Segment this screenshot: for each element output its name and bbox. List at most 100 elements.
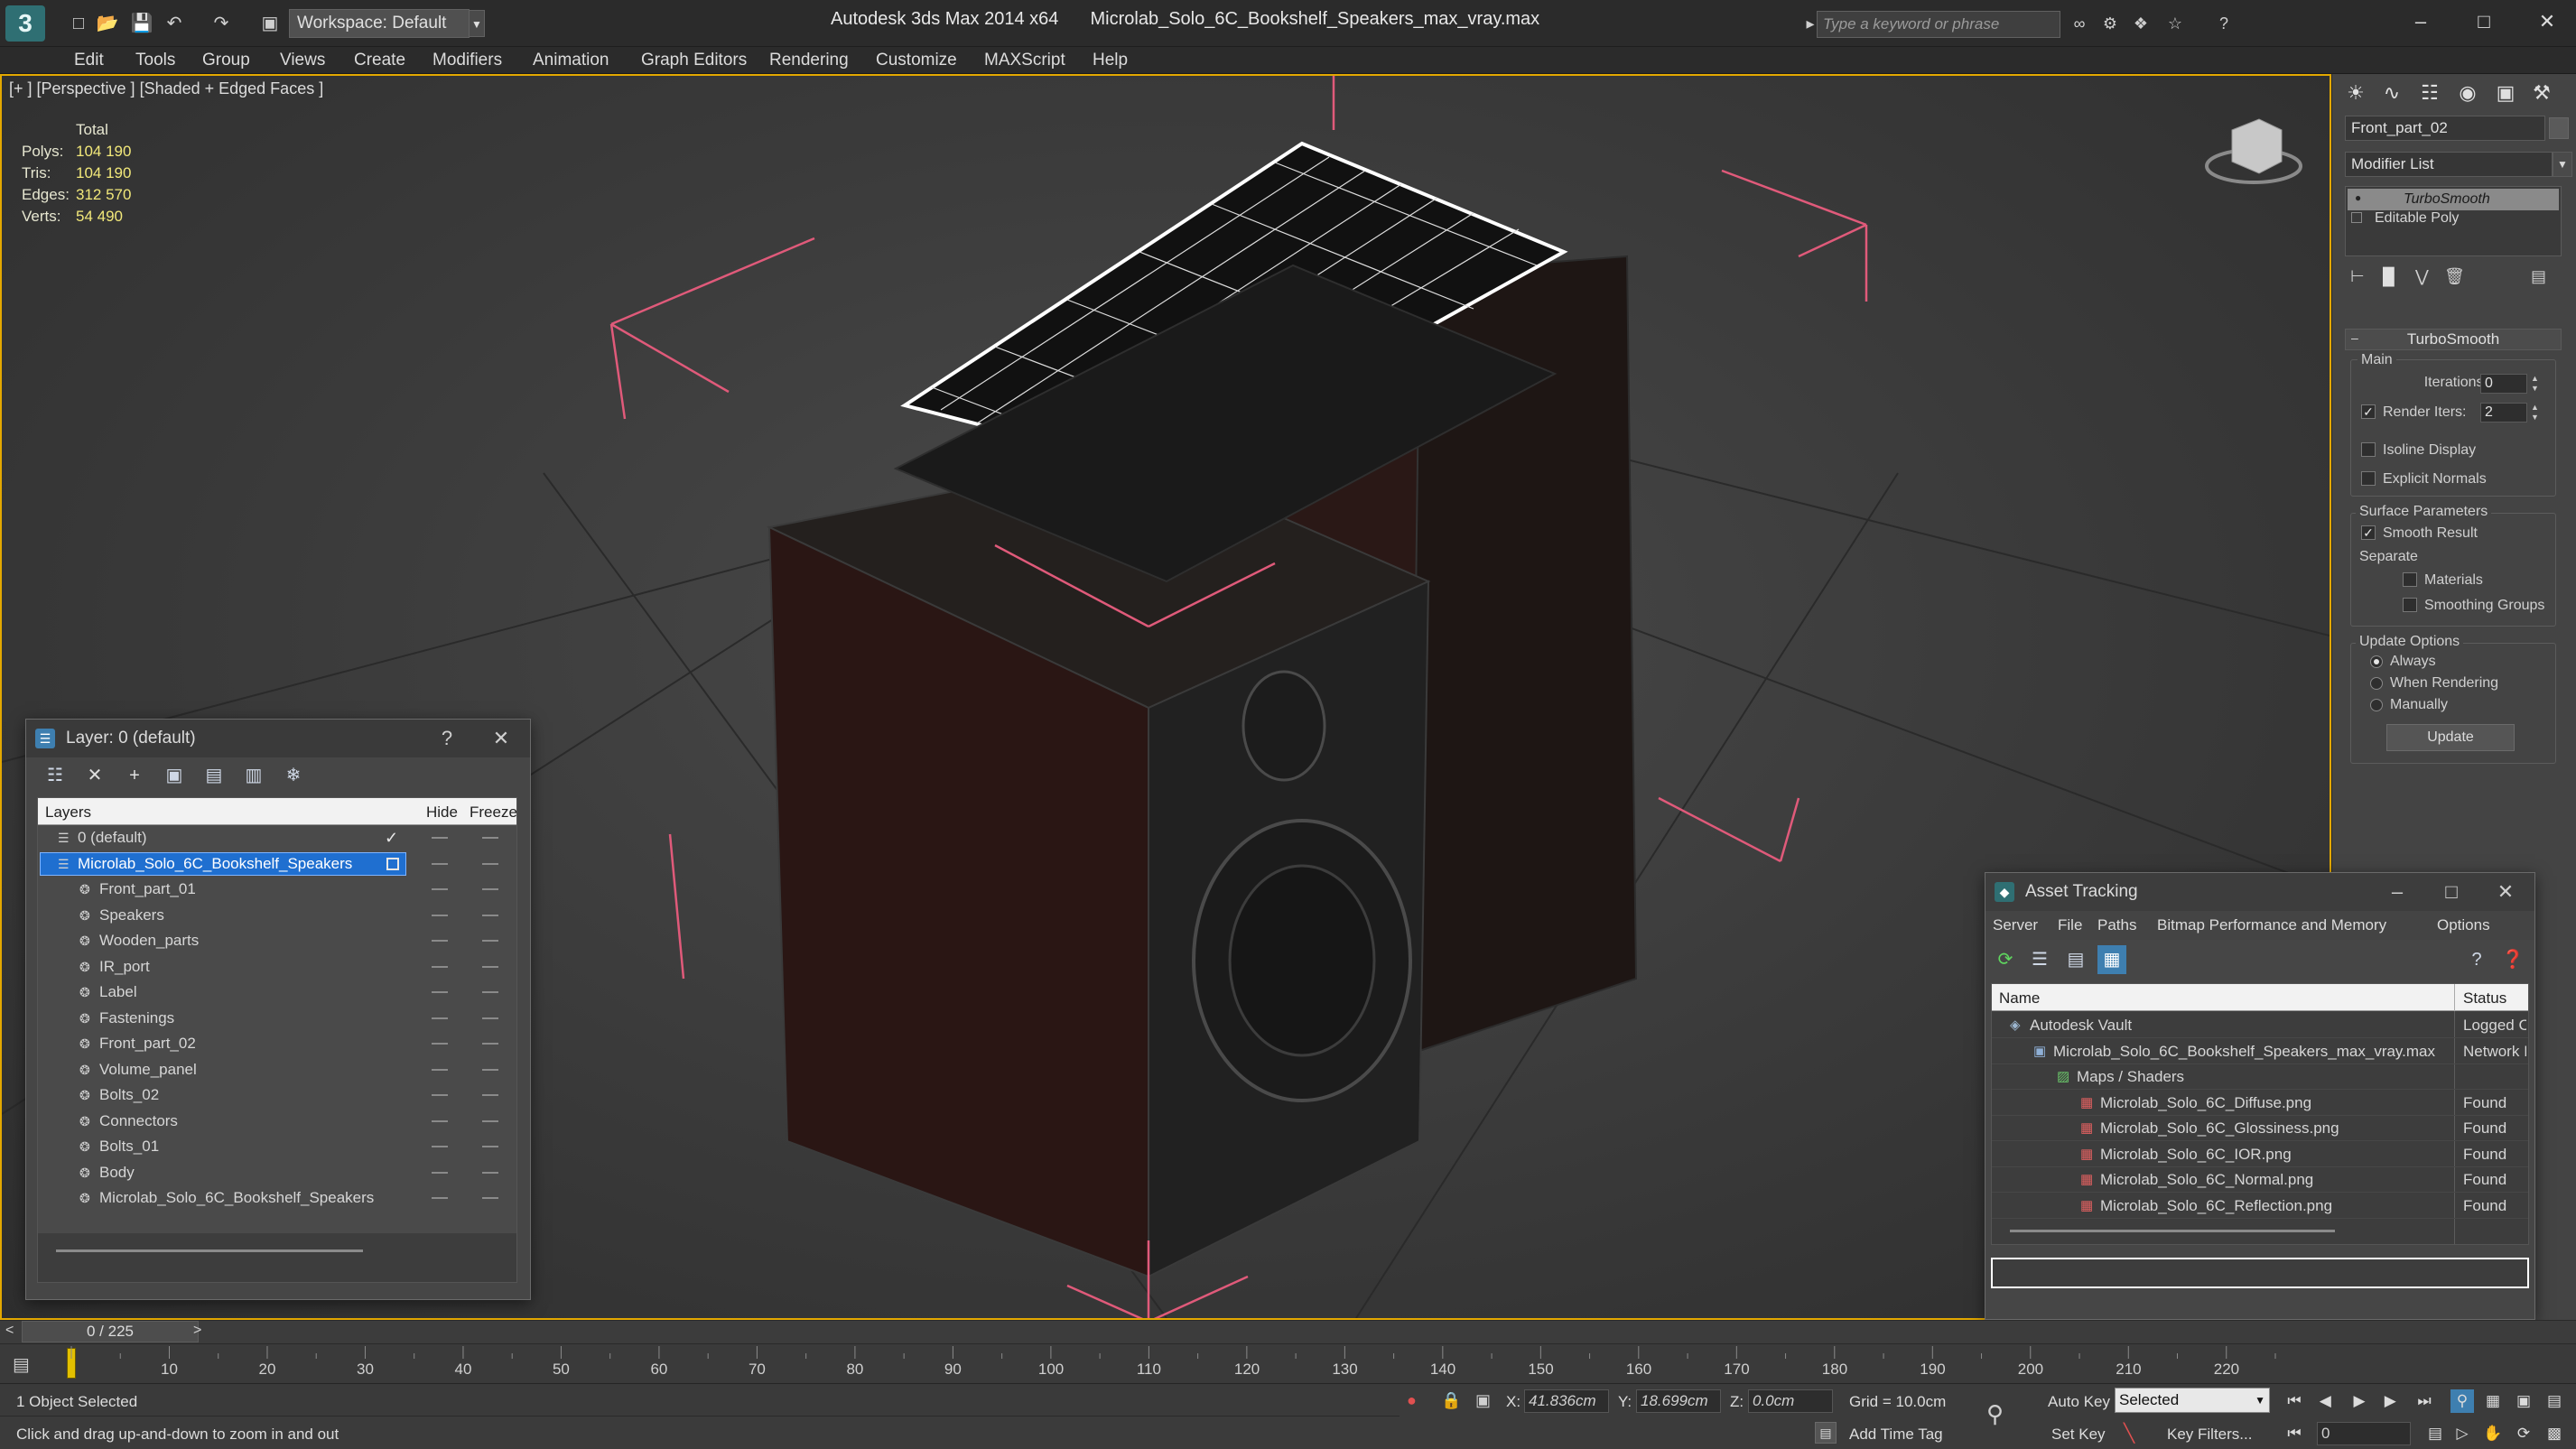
highlight-layer-icon[interactable]: ▤ — [200, 761, 228, 790]
menu-bitmap-performance[interactable]: Bitmap Performance and Memory — [2157, 916, 2386, 934]
refresh-icon[interactable]: ⟳ — [1991, 945, 2020, 974]
subscription-icon[interactable]: ⚙ — [2098, 12, 2122, 35]
field-of-view-icon[interactable]: ▷ — [2450, 1422, 2474, 1445]
help-icon[interactable]: ? — [427, 725, 467, 752]
layer-row[interactable]: ☰ Microlab_Solo_6C_Bookshelf_Speakers — [38, 851, 515, 877]
isoline-display-checkbox[interactable] — [2361, 442, 2376, 457]
asset-row[interactable]: ▣ Microlab_Solo_6C_Bookshelf_Speakers_max… — [1992, 1039, 2528, 1064]
viewport-label[interactable]: [+ ] [Perspective ] [Shaded + Edged Face… — [9, 79, 323, 98]
help-icon[interactable]: ? — [2212, 12, 2236, 35]
create-tab-icon[interactable]: ☀ — [2339, 78, 2372, 108]
go-to-end-icon[interactable]: ⏭ — [2413, 1389, 2436, 1413]
layer-row[interactable]: ❂ Microlab_Solo_6C_Bookshelf_Speakers — [38, 1185, 515, 1211]
explicit-normals-checkbox[interactable] — [2361, 471, 2376, 486]
render-iters-spinner[interactable]: 2 — [2480, 403, 2527, 423]
time-slider-thumb[interactable]: 0 / 225 — [22, 1321, 199, 1342]
stack-item-editable-poly[interactable]: Editable Poly — [2375, 210, 2459, 227]
layer-row[interactable]: ❂ Front_part_01 — [38, 877, 515, 902]
freeze-toggle[interactable] — [482, 1017, 498, 1019]
hide-toggle[interactable] — [432, 1197, 448, 1199]
zoom-icon[interactable]: ⚲ — [2450, 1389, 2474, 1413]
configure-sets-icon[interactable]: ▤ — [2531, 267, 2546, 286]
col-hide[interactable]: Hide — [426, 803, 458, 822]
menu-help[interactable]: Help — [1093, 51, 1128, 70]
object-color-swatch[interactable] — [2549, 117, 2569, 139]
iterations-spinner[interactable]: 0 — [2480, 374, 2527, 394]
freeze-all-layers-icon[interactable]: ❄ — [279, 761, 308, 790]
communication-icon[interactable]: ❖ — [2129, 12, 2153, 35]
menu-paths[interactable]: Paths — [2097, 916, 2136, 934]
asset-row[interactable]: ▦ Microlab_Solo_6C_Normal.png Found — [1992, 1167, 2528, 1193]
open-file-icon[interactable]: 📂 — [96, 13, 119, 34]
track-bar[interactable]: ▤ 10 20 30 40 50 60 70 80 90 100 110 120 130 140 150 16… — [0, 1343, 2576, 1383]
zoom-extents-all-icon[interactable]: ▤ — [2543, 1389, 2566, 1413]
stack-item-turbosmooth[interactable]: TurboSmooth — [2348, 189, 2559, 210]
hide-toggle[interactable] — [432, 1017, 448, 1019]
horizontal-scrollbar[interactable] — [2010, 1230, 2335, 1232]
time-config-icon[interactable]: ▤ — [2423, 1422, 2447, 1445]
help-icon[interactable]: ? — [2462, 945, 2491, 974]
hide-toggle[interactable] — [432, 1119, 448, 1122]
set-current-box-icon[interactable] — [386, 857, 399, 870]
layer-row[interactable]: ❂ Body — [38, 1160, 515, 1185]
bulb-icon[interactable]: ● — [2355, 191, 2367, 206]
maximize-icon[interactable]: □ — [2432, 878, 2471, 906]
always-radio[interactable] — [2370, 655, 2383, 668]
freeze-toggle[interactable] — [482, 1197, 498, 1199]
make-unique-icon[interactable]: ⋁ — [2415, 267, 2429, 286]
set-key-button[interactable]: Set Key — [2051, 1426, 2106, 1444]
create-layer-icon[interactable]: ☷ — [41, 761, 70, 790]
asset-row[interactable]: ◈ Autodesk Vault Logged C — [1992, 1013, 2528, 1038]
menu-rendering[interactable]: Rendering — [769, 51, 849, 70]
freeze-toggle[interactable] — [482, 1146, 498, 1147]
freeze-toggle[interactable] — [482, 1094, 498, 1096]
layer-row[interactable]: ❂ IR_port — [38, 954, 515, 980]
pin-stack-icon[interactable]: ⊢ — [2350, 267, 2365, 286]
object-name-field[interactable]: Front_part_02 — [2345, 116, 2545, 141]
hide-toggle[interactable] — [432, 991, 448, 993]
layer-row[interactable]: ❂ Label — [38, 980, 515, 1005]
time-slider[interactable]: < 0 / 225 > — [0, 1320, 2576, 1343]
hide-toggle[interactable] — [432, 1043, 448, 1045]
delete-layer-icon[interactable]: ✕ — [80, 761, 109, 790]
redo-icon[interactable]: ↷ — [209, 13, 233, 34]
smooth-result-checkbox[interactable]: ✓ — [2361, 525, 2376, 540]
table-view-icon[interactable]: ▦ — [2097, 945, 2126, 974]
menu-group[interactable]: Group — [202, 51, 250, 70]
z-coordinate-field[interactable]: 0.0cm — [1748, 1389, 1833, 1413]
hide-toggle[interactable] — [432, 837, 448, 839]
list-view-icon[interactable]: ☰ — [2025, 945, 2054, 974]
smoothing-groups-checkbox[interactable] — [2403, 598, 2417, 612]
menu-create[interactable]: Create — [354, 51, 405, 70]
current-frame-field[interactable]: 0 — [2317, 1422, 2411, 1445]
layer-row[interactable]: ❂ Front_part_02 — [38, 1031, 515, 1056]
col-freeze[interactable]: Freeze — [470, 803, 517, 822]
x-coordinate-field[interactable]: 41.836cm — [1524, 1389, 1609, 1413]
app-logo-icon[interactable]: 3 — [5, 5, 45, 42]
layer-row[interactable]: ❂ Bolts_01 — [38, 1134, 515, 1159]
menu-edit[interactable]: Edit — [74, 51, 104, 70]
chevron-down-icon[interactable]: ▼ — [469, 10, 485, 37]
chevron-down-icon[interactable]: ▼ — [2553, 152, 2572, 177]
go-to-start-icon[interactable]: ⏮ — [2283, 1389, 2306, 1413]
modifier-list-dropdown[interactable]: Modifier List — [2345, 152, 2553, 177]
play-icon[interactable]: ▶ — [2348, 1389, 2371, 1413]
freeze-toggle[interactable] — [482, 914, 498, 916]
hide-toggle[interactable] — [432, 1068, 448, 1071]
hide-toggle[interactable] — [432, 862, 448, 865]
current-layer-check-icon[interactable]: ✓ — [385, 825, 398, 850]
menu-file[interactable]: File — [2058, 916, 2082, 934]
asset-row[interactable]: ▦ Microlab_Solo_6C_Reflection.png Found — [1992, 1194, 2528, 1219]
hide-all-layers-icon[interactable]: ▥ — [239, 761, 268, 790]
minimize-icon[interactable]: – — [2377, 878, 2417, 906]
freeze-toggle[interactable] — [482, 1119, 498, 1122]
layer-row[interactable]: ☰ 0 (default) ✓ — [38, 825, 515, 850]
time-tag-icon[interactable]: ▤ — [1815, 1422, 1837, 1444]
display-tab-icon[interactable]: ▣ — [2489, 78, 2522, 108]
absolute-mode-icon[interactable]: ▣ — [1475, 1391, 1491, 1410]
prev-frame-icon[interactable]: ◀ — [2315, 1389, 2339, 1413]
freeze-toggle[interactable] — [482, 862, 498, 865]
lock-selection-icon[interactable]: 🔒 — [1441, 1391, 1461, 1410]
time-prev-icon[interactable]: < — [5, 1323, 14, 1339]
key-mode-icon[interactable]: ⏮ — [2283, 1422, 2306, 1445]
